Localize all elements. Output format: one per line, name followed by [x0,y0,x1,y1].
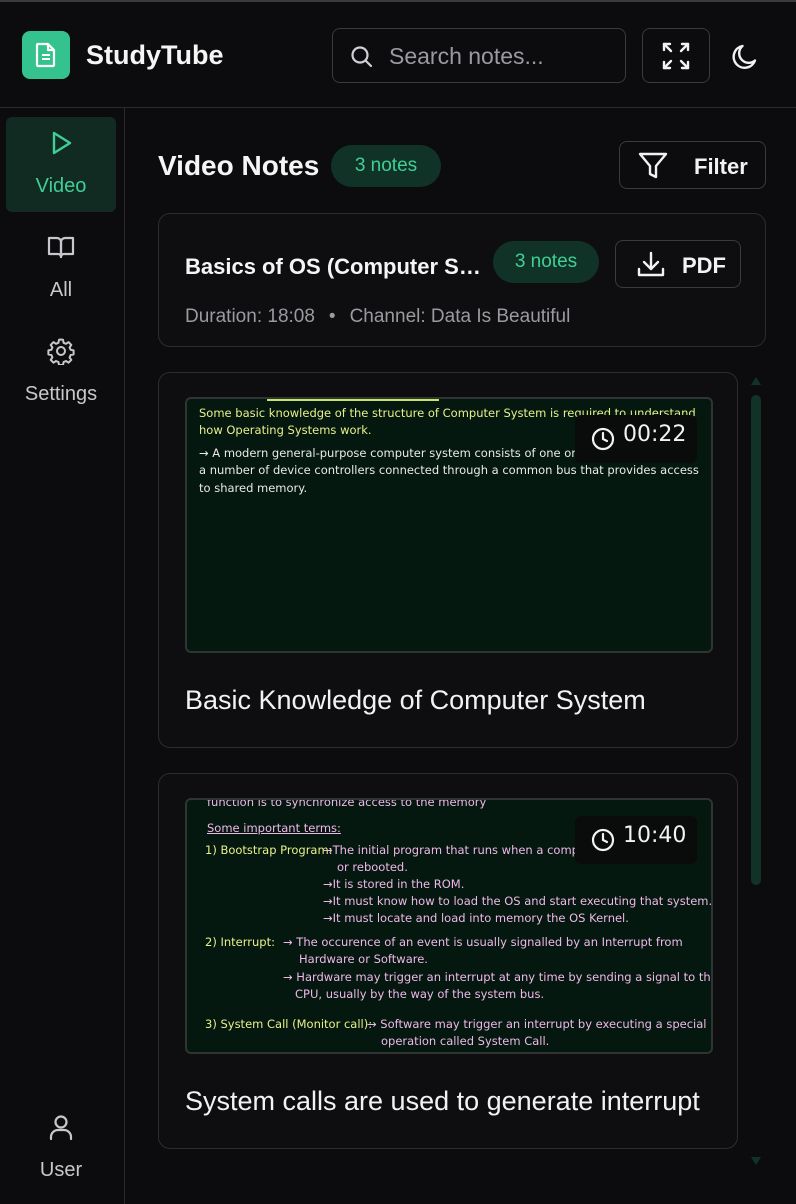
gear-icon [47,338,75,365]
search-icon [351,46,373,68]
thumb-text-line: Hardware or Software. [299,952,428,966]
user-icon [49,1115,73,1141]
page-title: Video Notes [158,150,320,181]
thumb-text-line: function is to synchronize access to the… [207,798,487,809]
sidebar: Video All Settings User [0,108,125,1204]
meta-separator: • [328,306,336,327]
video-meta: Duration: 18:08 • Channel: Data Is Beautif… [185,306,570,328]
thumb-text-line: Some important terms: [207,821,341,835]
thumb-text-line: 2) Interrupt: [205,935,275,949]
app-header: StudyTube [0,2,796,108]
sidebar-item-all[interactable]: All [6,221,116,316]
timestamp-badge[interactable]: 10:40 [575,816,697,864]
thumb-text-line: → Hardware may trigger an interrupt at a… [283,970,713,984]
thumb-text-line: 3) System Call (Monitor call): [205,1017,373,1031]
video-title: Basics of OS (Computer Sy... [185,254,481,279]
download-icon [637,251,665,277]
thumb-text-line: CPU, usually by the way of the system bu… [295,987,545,1001]
thumb-text-line: →It is stored in the ROM. [323,877,465,891]
scroll-down-arrow-icon[interactable] [750,1156,762,1166]
note-title: System calls are used to generate interr… [185,1086,700,1116]
thumb-text-line: →It must know how to load the OS and sta… [323,894,713,908]
note-thumbnail[interactable]: Some basic knowledge of the structure of… [185,397,713,653]
sidebar-item-label: Video [35,175,87,197]
filter-icon [638,152,668,179]
note-card[interactable]: function is to synchronize access to the… [158,773,738,1149]
fullscreen-button[interactable] [642,28,710,83]
filter-label: Filter [694,154,748,179]
sidebar-item-settings[interactable]: Settings [6,325,116,420]
fullscreen-icon [662,42,690,69]
notes-count-badge: 3 notes [331,145,441,187]
clock-icon [591,828,615,852]
note-card[interactable]: Some basic knowledge of the structure of… [158,372,738,748]
app-title: StudyTube [86,40,224,70]
app-logo [22,31,70,79]
timestamp-badge[interactable]: 00:22 [575,415,697,463]
thumb-text-line: →It must locate and load into memory the… [323,911,629,925]
user-button[interactable]: User [6,1101,116,1196]
thumb-text-line: to shared memory. [199,481,308,495]
search-box[interactable] [332,28,626,83]
sidebar-item-label: Settings [24,383,98,405]
document-icon [35,42,56,68]
video-notes-badge: 3 notes [493,241,599,283]
note-thumbnail[interactable]: function is to synchronize access to the… [185,798,713,1054]
theme-toggle-button[interactable] [728,40,762,74]
note-title: Basic Knowledge of Computer System [185,685,646,715]
thumb-text-line: → Software may trigger an interrupt by e… [367,1017,707,1031]
thumb-text-line: operation called System Call. [381,1034,550,1048]
video-channel: Channel: Data Is Beautiful [349,306,571,327]
timestamp-label: 10:40 [623,823,687,848]
pdf-label: PDF [682,253,726,278]
highlight-mark [267,399,439,401]
video-info-card: Basics of OS (Computer Sy... 3 notes PDF… [158,213,766,347]
thumb-text-line: a number of device controllers connected… [199,463,699,477]
book-icon [47,236,75,259]
timestamp-label: 00:22 [623,422,687,447]
thumb-text-line: 1) Bootstrap Program: [205,843,333,857]
export-pdf-button[interactable]: PDF [615,240,741,288]
search-input[interactable] [389,39,615,73]
thumb-text-line: how Operating Systems work. [199,423,372,437]
filter-button[interactable]: Filter [619,141,766,189]
sidebar-item-label: All [49,279,73,301]
sidebar-item-video[interactable]: Video [6,117,116,212]
scroll-up-arrow-icon[interactable] [750,376,762,386]
moon-icon [732,44,757,69]
video-duration: Duration: 18:08 [185,306,315,327]
thumb-text-line: → The occurence of an event is usually s… [283,935,683,949]
user-label: User [39,1159,83,1181]
play-icon [52,131,72,155]
scrollbar-thumb[interactable] [751,395,761,885]
thumb-text-line: or rebooted. [337,860,408,874]
clock-icon [591,427,615,451]
